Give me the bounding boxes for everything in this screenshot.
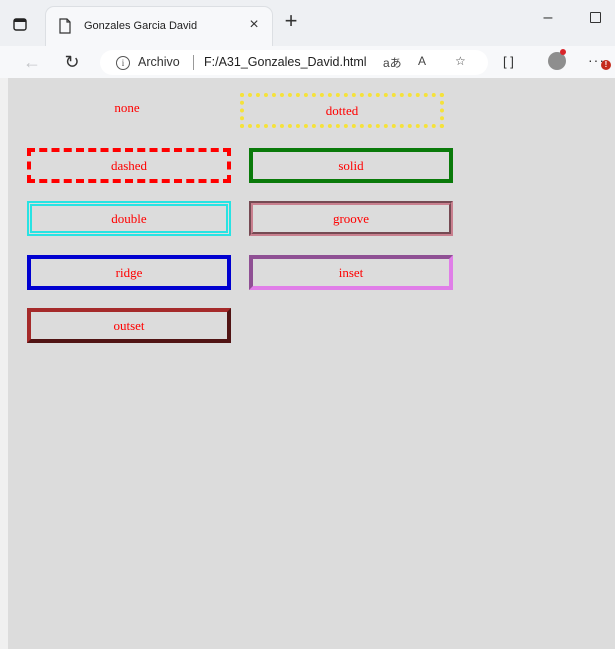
split-screen-icon[interactable]: [ ]: [503, 54, 514, 69]
new-tab-button[interactable]: +: [282, 10, 300, 32]
close-tab-icon[interactable]: ×: [246, 17, 262, 33]
border-double-box: double: [27, 201, 231, 236]
maximize-button[interactable]: [590, 12, 601, 23]
border-dashed-box: dashed: [27, 148, 231, 183]
back-button[interactable]: ←: [20, 50, 44, 74]
toolbar: ← ↻ i Archivo F:/A31_Gonzales_David.html…: [0, 46, 615, 78]
update-alert-badge: !: [601, 60, 611, 70]
border-dotted-box: dotted: [240, 93, 444, 128]
page-icon: [59, 18, 71, 34]
minimize-button[interactable]: –: [540, 10, 556, 26]
address-separator: [193, 55, 194, 70]
favorite-star-icon[interactable]: ☆: [455, 54, 466, 68]
tab-active[interactable]: Gonzales Garcia David ×: [46, 7, 272, 46]
address-label: Archivo: [138, 55, 180, 69]
address-bar[interactable]: i Archivo F:/A31_Gonzales_David.html aあ …: [100, 50, 488, 75]
read-aloud-icon[interactable]: A: [418, 54, 426, 68]
border-groove-box: groove: [249, 201, 453, 236]
page-viewport: none dotted dashed solid double groove r…: [8, 78, 615, 649]
site-info-icon[interactable]: i: [116, 56, 130, 70]
url-text[interactable]: F:/A31_Gonzales_David.html: [204, 55, 367, 69]
border-outset-box: outset: [27, 308, 231, 343]
tab-title: Gonzales Garcia David: [84, 20, 198, 32]
tab-actions-icon[interactable]: [12, 16, 28, 32]
border-ridge-box: ridge: [27, 255, 231, 290]
border-inset-box: inset: [249, 255, 453, 290]
border-solid-box: solid: [249, 148, 453, 183]
border-none-box: none: [114, 99, 140, 115]
profile-notification-dot: [560, 49, 566, 55]
refresh-button[interactable]: ↻: [60, 50, 84, 74]
translate-icon[interactable]: aあ: [383, 54, 402, 71]
title-bar: Gonzales Garcia David × + –: [0, 0, 615, 46]
